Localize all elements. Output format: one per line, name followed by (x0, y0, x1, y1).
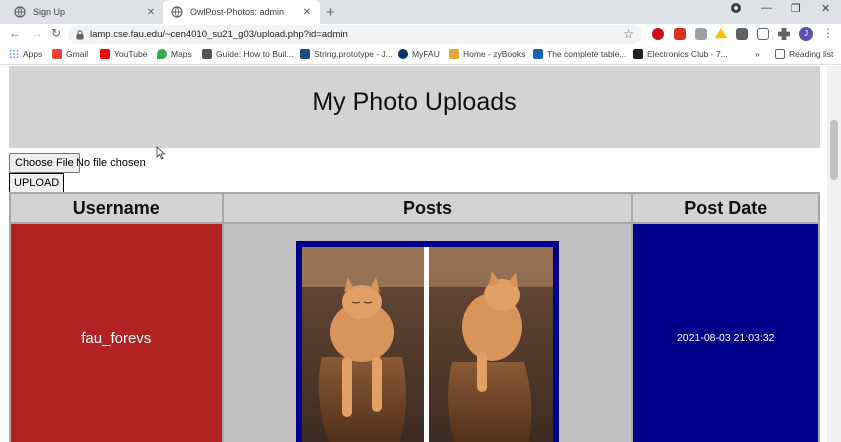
adblock-extension-icon[interactable] (674, 28, 686, 40)
bookmark-label: YouTube (114, 49, 148, 59)
address-bar[interactable]: lamp.cse.fau.edu/~cen4010_su21_g03/uploa… (68, 25, 642, 44)
bookmark-guide[interactable]: Guide: How to Buil... (202, 49, 293, 59)
tab-owlpost-photos[interactable]: OwlPost-Photos: admin ✕ (163, 0, 320, 24)
post-date-cell: 2021-08-03 21:03:32 (631, 222, 820, 442)
bookmark-electronics-club[interactable]: Electronics Club - 7... (633, 49, 728, 59)
table-row: fau_forevs 2021-08-03 21:03:32 (9, 222, 820, 442)
mouse-cursor-icon (156, 146, 166, 160)
bookmark-label: Gmail (66, 49, 89, 59)
uploads-table: Username Posts Post Date fau_forevs 2021… (9, 192, 820, 442)
lock-icon[interactable] (76, 29, 84, 40)
bookmark-zybooks[interactable]: Home - zyBooks (449, 49, 525, 59)
choose-file-button[interactable]: Choose File (9, 153, 80, 173)
opera-extension-icon[interactable] (652, 28, 664, 40)
bookmark-maps[interactable]: Maps (157, 49, 192, 59)
profile-avatar[interactable]: J (799, 27, 813, 41)
apps-grid-icon (9, 49, 19, 59)
restore-icon[interactable]: ❐ (791, 2, 801, 15)
posts-cell (221, 222, 634, 442)
forward-arrow-icon[interactable]: → (31, 26, 43, 40)
column-header-posts: Posts (221, 192, 634, 224)
media-control-icon[interactable] (730, 2, 742, 17)
bookmark-star-icon[interactable]: ☆ (623, 27, 634, 41)
reading-list-button[interactable]: Reading list (775, 49, 833, 59)
photo-frame (295, 241, 559, 442)
bookmark-label: String.prototype - J... (314, 49, 393, 59)
tab-strip: Sign Up ✕ OwlPost-Photos: admin ✕ + — ❐ … (0, 0, 841, 24)
page-content: My Photo Uploads Choose File No file cho… (0, 66, 827, 442)
zybooks-icon (449, 49, 459, 59)
tab-title: OwlPost-Photos: admin (190, 7, 285, 17)
google-drive-icon[interactable] (715, 28, 727, 39)
close-tab-icon[interactable]: ✕ (144, 7, 158, 18)
bookmark-apps[interactable]: Apps (9, 49, 42, 59)
extensions-puzzle-icon[interactable] (778, 28, 790, 40)
menu-kebab-icon[interactable]: ⋮ (822, 26, 834, 40)
gmail-icon (52, 49, 62, 59)
bookmark-label: Electronics Club - 7... (647, 49, 728, 59)
tab-sign-up[interactable]: Sign Up ✕ (6, 0, 164, 24)
bookmark-label: Home - zyBooks (463, 49, 526, 59)
column-header-username: Username (9, 192, 224, 224)
globe-icon (14, 6, 26, 18)
page-title: My Photo Uploads (312, 88, 517, 116)
upload-button[interactable]: UPLOAD (9, 173, 65, 193)
bookmark-blue-icon (533, 49, 543, 59)
scrollbar-thumb[interactable] (830, 120, 838, 180)
bookmarks-overflow-chevron[interactable]: » (755, 49, 760, 59)
url-text: lamp.cse.fau.edu/~cen4010_su21_g03/uploa… (90, 29, 348, 40)
electronics-icon (633, 49, 643, 59)
reading-list-icon (775, 49, 785, 59)
table-header-row: Username Posts Post Date (9, 192, 820, 224)
maps-pin-icon (157, 49, 167, 59)
bookmark-label: MyFAU (412, 49, 440, 59)
globe-icon (171, 6, 183, 18)
youtube-icon (100, 49, 110, 59)
page-header: My Photo Uploads (9, 66, 820, 148)
close-tab-icon[interactable]: ✕ (300, 7, 314, 18)
minimize-icon[interactable]: — (761, 2, 772, 14)
new-tab-plus-icon[interactable]: + (326, 4, 335, 21)
bookmark-label: Maps (171, 49, 192, 59)
bookmarks-bar: Apps Gmail YouTube Maps Guide: How to Bu… (0, 45, 841, 65)
bookmark-youtube[interactable]: YouTube (100, 49, 147, 59)
close-window-icon[interactable]: ✕ (821, 2, 830, 15)
bookmark-label: Apps (23, 49, 43, 59)
guide-icon (202, 49, 212, 59)
column-header-post-date: Post Date (631, 192, 820, 224)
bookmark-myfau[interactable]: MyFAU (398, 49, 440, 59)
reload-icon[interactable]: ↻ (51, 26, 61, 40)
file-status-text: No file chosen (76, 157, 146, 169)
shield-extension-icon[interactable] (757, 28, 769, 40)
back-arrow-icon[interactable]: ← (9, 26, 21, 40)
reading-list-label: Reading list (789, 49, 834, 59)
browser-toolbar: ← → ↻ lamp.cse.fau.edu/~cen4010_su21_g03… (0, 24, 841, 45)
username-cell: fau_forevs (9, 222, 224, 442)
bookmark-label: Guide: How to Buil... (216, 49, 294, 59)
screenshot-extension-icon[interactable] (695, 28, 707, 40)
bookmark-string-prototype[interactable]: String.prototype - J... (300, 49, 393, 59)
bookmark-label: The complete table... (547, 49, 627, 59)
bookmark-complete-table[interactable]: The complete table... (533, 49, 626, 59)
mdn-icon (300, 49, 310, 59)
cat-photo-image[interactable] (301, 247, 553, 442)
bookmark-gmail[interactable]: Gmail (52, 49, 88, 59)
fau-owl-icon (398, 49, 408, 59)
qr-extension-icon[interactable] (736, 28, 748, 40)
tab-title: Sign Up (33, 7, 66, 17)
